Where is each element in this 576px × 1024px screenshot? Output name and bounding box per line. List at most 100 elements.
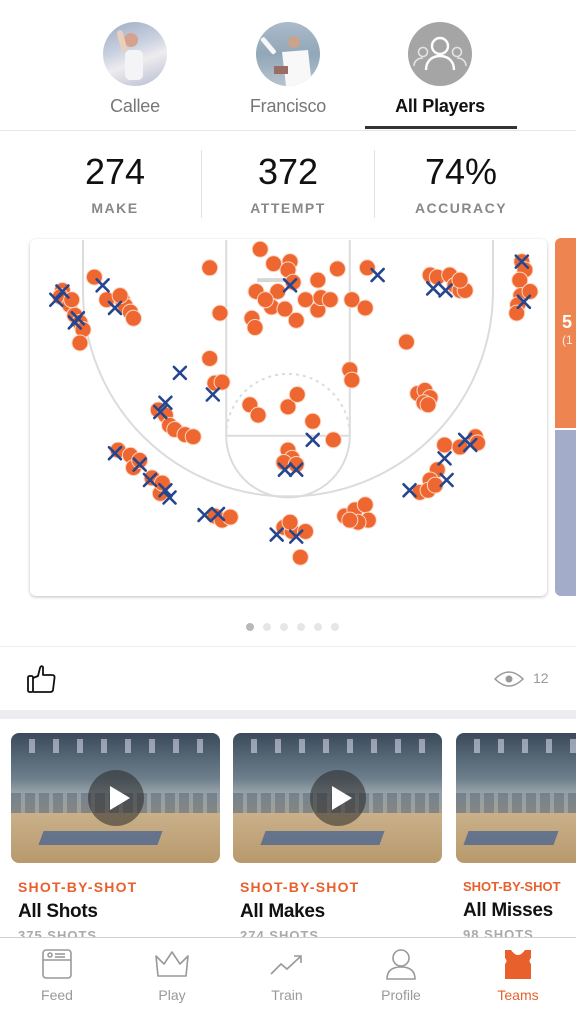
tab-all-players[interactable]: All Players	[365, 22, 515, 117]
shot-make	[201, 259, 219, 277]
shot-make	[221, 508, 239, 526]
stat-accuracy: 74% ACCURACY	[375, 150, 547, 216]
shot-make	[291, 548, 309, 566]
video-title: All Misses	[463, 900, 553, 921]
tab-francisco[interactable]: Francisco	[213, 22, 363, 117]
page-dot[interactable]	[280, 623, 288, 631]
divider	[0, 646, 576, 647]
page-dot[interactable]	[331, 623, 339, 631]
video-thumbnail[interactable]	[456, 733, 576, 863]
eye-icon	[493, 668, 525, 695]
side-card-value: 5	[562, 312, 573, 332]
crown-icon	[155, 951, 189, 977]
group-icon	[408, 22, 472, 86]
shot-make	[436, 436, 454, 454]
page-dot[interactable]	[263, 623, 271, 631]
video-title: All Makes	[240, 901, 325, 922]
video-card-all-misses[interactable]: SHOT-BY-SHOT All Misses 98 SHOTS	[456, 733, 576, 942]
avatar-callee	[103, 22, 167, 86]
active-tab-indicator	[365, 126, 517, 129]
shot-make	[249, 406, 267, 424]
shot-miss	[172, 365, 188, 381]
shot-make	[304, 412, 322, 430]
feed-icon	[42, 949, 72, 979]
nav-teams[interactable]: Teams	[468, 948, 568, 1003]
jersey-icon	[505, 950, 531, 979]
nav-label: Feed	[41, 987, 73, 1003]
shot-make	[125, 309, 142, 327]
nav-feed[interactable]: Feed	[7, 948, 107, 1003]
shot-make	[246, 319, 264, 337]
nav-play[interactable]: Play	[122, 948, 222, 1003]
shot-make	[324, 431, 342, 449]
trend-icon	[270, 955, 302, 975]
shot-make	[356, 299, 374, 317]
video-thumbnail[interactable]	[233, 733, 442, 863]
nav-label: Play	[158, 987, 186, 1003]
shot-make	[309, 271, 327, 289]
shot-miss	[370, 267, 385, 283]
shot-make	[451, 271, 469, 289]
video-thumbnail[interactable]	[11, 733, 220, 863]
shot-make	[288, 386, 306, 403]
shot-make	[341, 511, 359, 529]
shot-make	[343, 371, 361, 389]
nav-profile[interactable]: Profile	[351, 948, 451, 1003]
video-kicker: SHOT-BY-SHOT	[463, 879, 561, 894]
next-chart-card[interactable]: 5 (1	[555, 238, 576, 596]
page-dot[interactable]	[297, 623, 305, 631]
shot-make	[287, 311, 305, 329]
shot-make	[213, 373, 231, 391]
shot-miss	[437, 451, 452, 466]
stat-attempt: 372 ATTEMPT	[202, 150, 374, 216]
shot-chart	[48, 240, 539, 566]
stat-label: MAKE	[91, 200, 139, 216]
stat-value: 74%	[424, 151, 498, 192]
side-card-sub: (1	[562, 333, 573, 347]
video-kicker: SHOT-BY-SHOT	[18, 879, 138, 895]
stat-label: ACCURACY	[414, 200, 508, 216]
play-icon[interactable]	[87, 770, 144, 826]
play-icon[interactable]	[309, 770, 366, 826]
video-title: All Shots	[18, 901, 98, 922]
shot-make	[358, 259, 376, 277]
video-kicker: SHOT-BY-SHOT	[240, 879, 360, 895]
person-icon	[386, 949, 416, 980]
shot-make	[419, 396, 437, 414]
tab-callee[interactable]: Callee	[60, 22, 210, 117]
shot-chart-card[interactable]	[30, 239, 547, 596]
page-dot[interactable]	[314, 623, 322, 631]
tab-label: Francisco	[249, 96, 327, 116]
shot-make	[71, 334, 89, 352]
page-dot[interactable]	[246, 623, 254, 631]
nav-label: Teams	[497, 987, 539, 1003]
shot-make	[256, 291, 274, 309]
video-card-all-makes[interactable]: SHOT-BY-SHOT All Makes 274 SHOTS	[233, 733, 442, 943]
side-card-bottom	[555, 428, 576, 596]
video-card-all-shots[interactable]: SHOT-BY-SHOT All Shots 375 SHOTS	[11, 733, 220, 943]
bottom-nav: Feed Play Train Profile Teams	[0, 937, 576, 1024]
shot-make	[251, 240, 269, 258]
nav-label: Train	[271, 987, 303, 1003]
nav-label: Profile	[381, 987, 421, 1003]
view-count: 12	[533, 670, 549, 686]
shot-make	[265, 255, 283, 273]
shot-make	[356, 496, 374, 514]
nav-train[interactable]: Train	[237, 948, 337, 1003]
shot-make	[328, 260, 346, 278]
thumbs-up-icon[interactable]	[26, 663, 58, 700]
stat-value: 274	[84, 151, 146, 192]
stat-label: ATTEMPT	[250, 200, 326, 216]
shot-miss	[95, 278, 110, 293]
shot-make	[201, 349, 219, 367]
shot-make	[321, 291, 339, 309]
shot-miss	[439, 472, 454, 488]
divider	[0, 130, 576, 131]
avatar-francisco	[256, 22, 320, 86]
stat-value: 372	[257, 151, 319, 192]
shot-make	[211, 304, 229, 322]
shot-make	[281, 513, 299, 531]
side-card-top: 5 (1	[555, 238, 576, 428]
stat-make: 274 MAKE	[29, 150, 201, 216]
section-separator	[0, 710, 576, 719]
